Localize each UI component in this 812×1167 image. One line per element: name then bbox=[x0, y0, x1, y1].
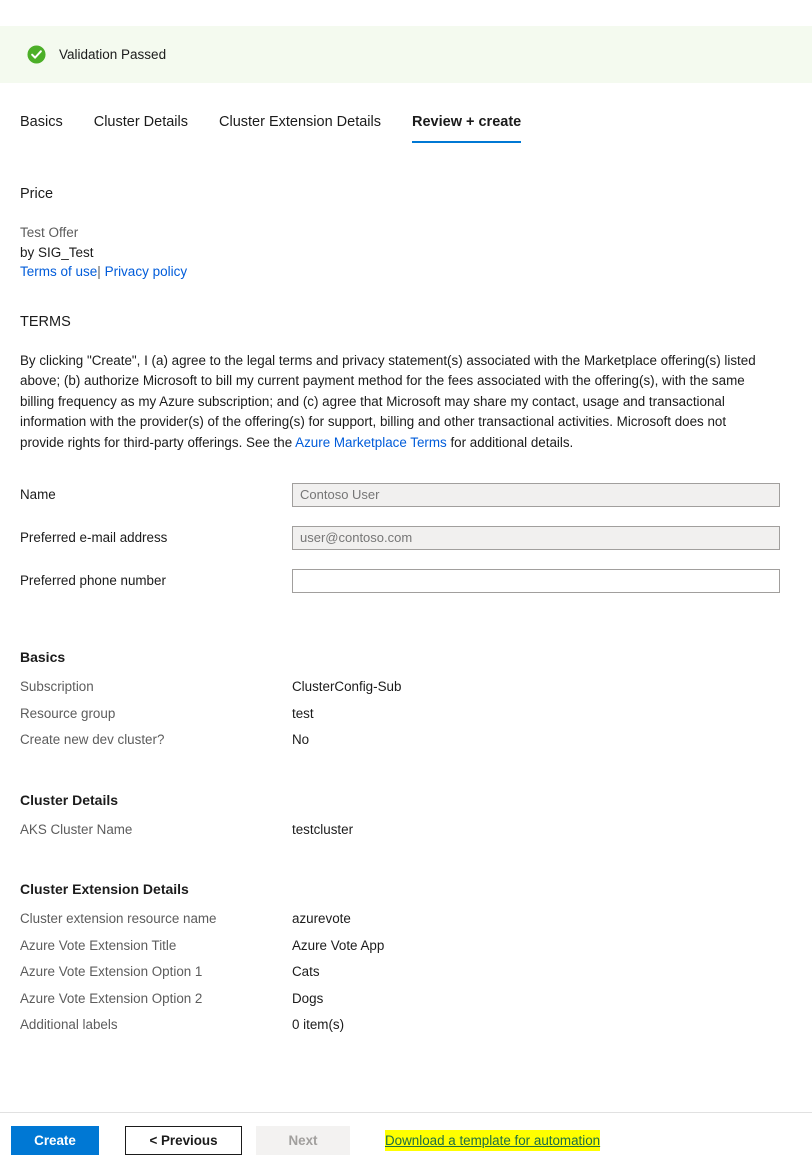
table-row: Azure Vote Extension Option 2 Dogs bbox=[0, 991, 812, 1018]
summary-value: testcluster bbox=[292, 821, 354, 837]
privacy-policy-link[interactable]: Privacy policy bbox=[105, 264, 188, 279]
table-row: Subscription ClusterConfig-Sub bbox=[0, 679, 812, 706]
check-circle-icon bbox=[27, 45, 46, 64]
summary-rows-cluster-extension-details: Cluster extension resource name azurevot… bbox=[0, 911, 812, 1044]
summary-key: Azure Vote Extension Option 1 bbox=[20, 964, 203, 980]
summary-key: Additional labels bbox=[20, 1017, 118, 1033]
table-row: Azure Vote Extension Title Azure Vote Ap… bbox=[0, 938, 812, 965]
email-input[interactable] bbox=[292, 525, 780, 550]
create-button[interactable]: Create bbox=[11, 1125, 99, 1155]
footer-action-bar: Create < Previous Next Download a templa… bbox=[0, 1113, 812, 1167]
terms-heading: TERMS bbox=[20, 313, 71, 330]
offer-name: Test Offer bbox=[20, 225, 79, 240]
summary-value: test bbox=[292, 705, 314, 721]
email-label: Preferred e-mail address bbox=[20, 530, 168, 546]
summary-section-basics: Basics Subscription ClusterConfig-Sub Re… bbox=[0, 647, 812, 759]
validation-banner: Validation Passed bbox=[0, 26, 812, 83]
summary-key: Resource group bbox=[20, 705, 116, 721]
summary-value: Dogs bbox=[292, 990, 324, 1006]
name-label: Name bbox=[20, 487, 56, 503]
summary-section-cluster-details: Cluster Details AKS Cluster Name testclu… bbox=[0, 790, 812, 849]
tab-basics[interactable]: Basics bbox=[20, 112, 63, 143]
price-heading: Price bbox=[20, 186, 54, 202]
summary-key: AKS Cluster Name bbox=[20, 821, 133, 837]
summary-value: No bbox=[292, 732, 310, 748]
tab-cluster-details[interactable]: Cluster Details bbox=[94, 112, 188, 143]
form-row-phone: Preferred phone number bbox=[0, 559, 812, 602]
terms-text-part2: for additional details. bbox=[446, 434, 574, 450]
summary-title-cluster-extension-details: Cluster Extension Details bbox=[20, 881, 189, 898]
price-block: Test Offer by SIG_Test Terms of use| Pri… bbox=[20, 223, 812, 282]
summary-section-cluster-extension-details: Cluster Extension Details Cluster extens… bbox=[0, 879, 812, 1044]
summary-value: Azure Vote App bbox=[292, 937, 385, 953]
table-row: Azure Vote Extension Option 1 Cats bbox=[0, 964, 812, 991]
offer-publisher: by SIG_Test bbox=[20, 244, 94, 260]
summary-value: azurevote bbox=[292, 911, 351, 927]
form-row-email: Preferred e-mail address bbox=[0, 516, 812, 559]
terms-paragraph: By clicking "Create", I (a) agree to the… bbox=[20, 351, 772, 454]
summary-title-basics: Basics bbox=[20, 649, 66, 666]
table-row: Resource group test bbox=[0, 706, 812, 733]
summary-key: Subscription bbox=[20, 679, 94, 695]
summary-rows-basics: Subscription ClusterConfig-Sub Resource … bbox=[0, 679, 812, 759]
wizard-tabs: Basics Cluster Details Cluster Extension… bbox=[0, 112, 812, 148]
summary-key: Azure Vote Extension Title bbox=[20, 937, 177, 953]
phone-label: Preferred phone number bbox=[20, 573, 166, 589]
summary-key: Cluster extension resource name bbox=[20, 911, 217, 927]
summary-value: ClusterConfig-Sub bbox=[292, 679, 402, 695]
next-button: Next bbox=[256, 1125, 350, 1155]
contact-form: Name Preferred e-mail address Preferred … bbox=[0, 473, 812, 602]
summary-title-cluster-details: Cluster Details bbox=[20, 791, 119, 808]
table-row: Create new dev cluster? No bbox=[0, 732, 812, 759]
table-row: AKS Cluster Name testcluster bbox=[0, 822, 812, 849]
azure-marketplace-terms-link[interactable]: Azure Marketplace Terms bbox=[295, 435, 447, 450]
summary-value: 0 item(s) bbox=[292, 1017, 345, 1033]
tab-cluster-extension-details[interactable]: Cluster Extension Details bbox=[219, 112, 381, 143]
table-row: Additional labels 0 item(s) bbox=[0, 1017, 812, 1044]
name-input[interactable] bbox=[292, 482, 780, 507]
link-separator: | bbox=[97, 264, 101, 279]
previous-button[interactable]: < Previous bbox=[125, 1125, 242, 1155]
summary-value: Cats bbox=[292, 964, 320, 980]
summary-key: Create new dev cluster? bbox=[20, 732, 165, 748]
validation-message: Validation Passed bbox=[59, 46, 167, 62]
summary-rows-cluster-details: AKS Cluster Name testcluster bbox=[0, 822, 812, 849]
form-row-name: Name bbox=[0, 473, 812, 516]
summary-key: Azure Vote Extension Option 2 bbox=[20, 990, 203, 1006]
download-template-link[interactable]: Download a template for automation bbox=[385, 1129, 601, 1151]
review-create-content: Price Test Offer by SIG_Test Terms of us… bbox=[0, 184, 812, 1044]
phone-input[interactable] bbox=[292, 568, 780, 593]
table-row: Cluster extension resource name azurevot… bbox=[0, 911, 812, 938]
terms-of-use-link[interactable]: Terms of use bbox=[20, 264, 97, 279]
tab-review-create[interactable]: Review + create bbox=[412, 112, 522, 143]
offer-links: Terms of use| Privacy policy bbox=[20, 262, 812, 282]
